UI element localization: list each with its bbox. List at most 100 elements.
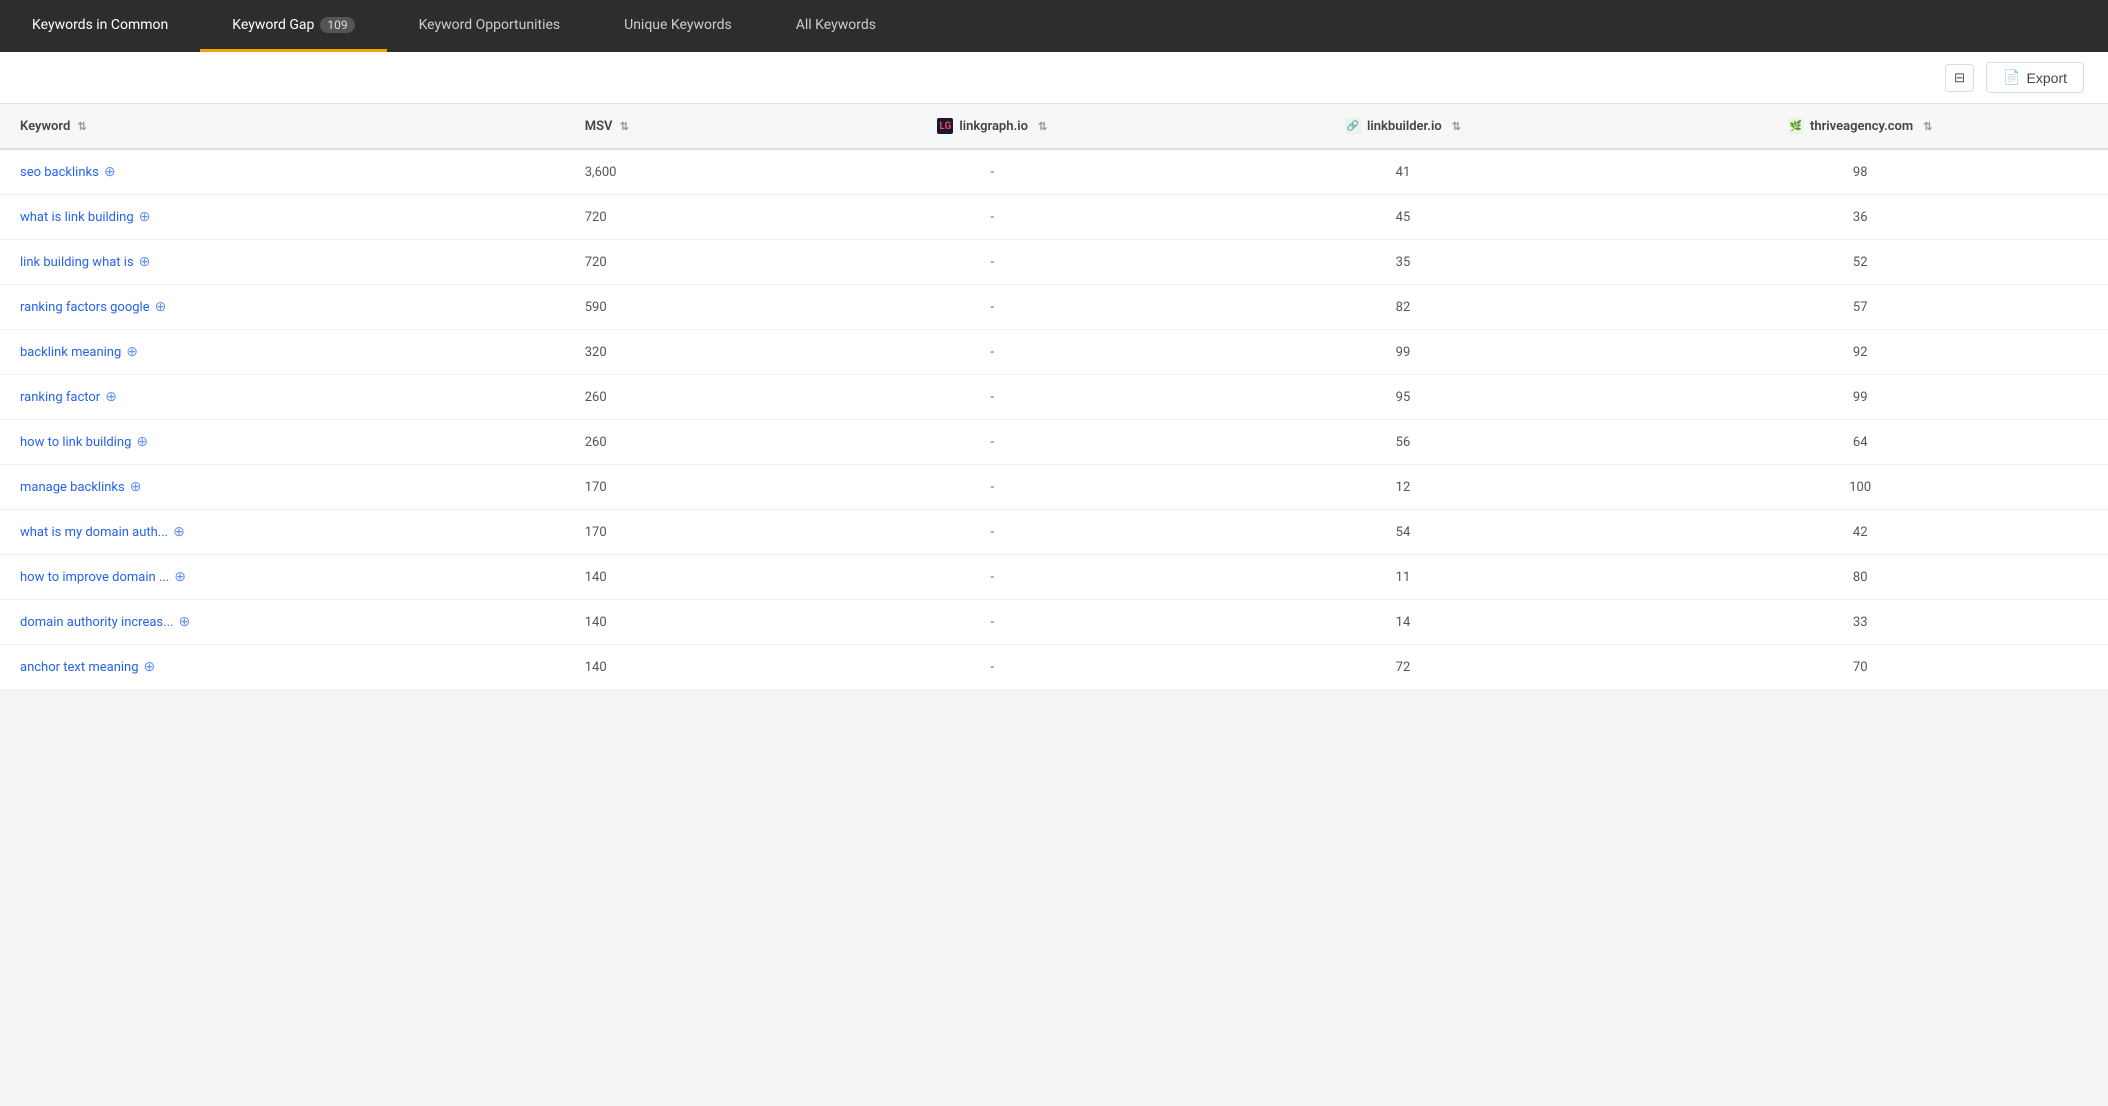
table-row: how to improve domain ...⊕140-1180 xyxy=(0,555,2108,600)
col-thrive[interactable]: 🌿 thriveagency.com ⇅ xyxy=(1612,104,2108,149)
linkgraph-cell-5: - xyxy=(791,375,1194,420)
linkbuilder-cell-1: 45 xyxy=(1194,195,1613,240)
tab-keyword-gap[interactable]: Keyword Gap109 xyxy=(200,0,386,52)
keyword-link-6[interactable]: how to link building⊕ xyxy=(20,434,148,450)
msv-cell-0: 3,600 xyxy=(565,149,791,195)
linkgraph-cell-1: - xyxy=(791,195,1194,240)
keyword-table-container: Keyword ⇅ MSV ⇅ LG linkgraph.io ⇅ � xyxy=(0,104,2108,690)
keyword-link-0[interactable]: seo backlinks⊕ xyxy=(20,164,116,180)
msv-cell-8: 170 xyxy=(565,510,791,555)
keyword-link-9[interactable]: how to improve domain ...⊕ xyxy=(20,569,186,585)
keyword-link-11[interactable]: anchor text meaning⊕ xyxy=(20,659,155,675)
linkgraph-cell-4: - xyxy=(791,330,1194,375)
keyword-cell-10[interactable]: domain authority increas...⊕ xyxy=(0,600,565,645)
keyword-cell-6[interactable]: how to link building⊕ xyxy=(0,420,565,465)
linkbuilder-cell-0: 41 xyxy=(1194,149,1613,195)
tab-bar: Keywords in CommonKeyword Gap109Keyword … xyxy=(0,0,2108,52)
tab-keywords-in-common[interactable]: Keywords in Common xyxy=(0,0,200,52)
table-row: what is my domain auth...⊕170-5442 xyxy=(0,510,2108,555)
keyword-link-2[interactable]: link building what is⊕ xyxy=(20,254,150,270)
thrive-cell-6: 64 xyxy=(1612,420,2108,465)
table-row: backlink meaning⊕320-9992 xyxy=(0,330,2108,375)
msv-cell-6: 260 xyxy=(565,420,791,465)
columns-button[interactable]: ⊟ xyxy=(1945,64,1974,92)
linkbuilder-cell-2: 35 xyxy=(1194,240,1613,285)
msv-cell-9: 140 xyxy=(565,555,791,600)
table-row: domain authority increas...⊕140-1433 xyxy=(0,600,2108,645)
col-linkbuilder[interactable]: 🔗 linkbuilder.io ⇅ xyxy=(1194,104,1613,149)
msv-cell-7: 170 xyxy=(565,465,791,510)
linkbuilder-cell-5: 95 xyxy=(1194,375,1613,420)
table-row: manage backlinks⊕170-12100 xyxy=(0,465,2108,510)
external-link-icon-3: ⊕ xyxy=(155,299,167,315)
keyword-link-4[interactable]: backlink meaning⊕ xyxy=(20,344,138,360)
keyword-cell-0[interactable]: seo backlinks⊕ xyxy=(0,149,565,195)
thrive-cell-0: 98 xyxy=(1612,149,2108,195)
linkgraph-cell-10: - xyxy=(791,600,1194,645)
external-link-icon-7: ⊕ xyxy=(130,479,142,495)
col-linkgraph[interactable]: LG linkgraph.io ⇅ xyxy=(791,104,1194,149)
external-link-icon-8: ⊕ xyxy=(173,524,185,540)
msv-cell-10: 140 xyxy=(565,600,791,645)
col-msv[interactable]: MSV ⇅ xyxy=(565,104,791,149)
keyword-cell-9[interactable]: how to improve domain ...⊕ xyxy=(0,555,565,600)
keyword-cell-8[interactable]: what is my domain auth...⊕ xyxy=(0,510,565,555)
table-row: what is link building⊕ 720-4536 xyxy=(0,195,2108,240)
thrive-favicon: 🌿 xyxy=(1788,118,1804,134)
thrive-cell-8: 42 xyxy=(1612,510,2108,555)
keyword-link-5[interactable]: ranking factor⊕ xyxy=(20,389,117,405)
linkbuilder-cell-8: 54 xyxy=(1194,510,1613,555)
table-header: Keyword ⇅ MSV ⇅ LG linkgraph.io ⇅ � xyxy=(0,104,2108,149)
linkbuilder-cell-7: 12 xyxy=(1194,465,1613,510)
thrive-cell-3: 57 xyxy=(1612,285,2108,330)
msv-cell-1: 720 xyxy=(565,195,791,240)
keyword-link-10[interactable]: domain authority increas...⊕ xyxy=(20,614,190,630)
external-link-icon-9: ⊕ xyxy=(174,569,186,585)
keyword-cell-7[interactable]: manage backlinks⊕ xyxy=(0,465,565,510)
keyword-cell-5[interactable]: ranking factor⊕ xyxy=(0,375,565,420)
keyword-cell-4[interactable]: backlink meaning⊕ xyxy=(0,330,565,375)
keyword-link-8[interactable]: what is my domain auth...⊕ xyxy=(20,524,185,540)
thrive-cell-1: 36 xyxy=(1612,195,2108,240)
columns-icon: ⊟ xyxy=(1954,70,1965,86)
sort-icon-linkbuilder: ⇅ xyxy=(1452,120,1461,133)
table-row: anchor text meaning⊕140-7270 xyxy=(0,645,2108,690)
table-row: link building what is⊕720-3552 xyxy=(0,240,2108,285)
col-keyword[interactable]: Keyword ⇅ xyxy=(0,104,565,149)
linkgraph-cell-0: - xyxy=(791,149,1194,195)
table-row: ranking factor⊕ 260-9599 xyxy=(0,375,2108,420)
external-link-icon-6: ⊕ xyxy=(136,434,148,450)
external-link-icon-5: ⊕ xyxy=(105,389,117,405)
keyword-cell-1[interactable]: what is link building⊕ xyxy=(0,195,565,240)
tab-all-keywords[interactable]: All Keywords xyxy=(764,0,908,52)
tab-keyword-opportunities[interactable]: Keyword Opportunities xyxy=(387,0,593,52)
msv-cell-5: 260 xyxy=(565,375,791,420)
thrive-cell-4: 92 xyxy=(1612,330,2108,375)
sort-icon-msv: ⇅ xyxy=(620,120,629,133)
export-label: Export xyxy=(2027,70,2067,86)
linkgraph-cell-2: - xyxy=(791,240,1194,285)
sort-icon-thrive: ⇅ xyxy=(1923,120,1932,133)
linkbuilder-cell-4: 99 xyxy=(1194,330,1613,375)
tab-unique-keywords[interactable]: Unique Keywords xyxy=(592,0,764,52)
linkbuilder-cell-11: 72 xyxy=(1194,645,1613,690)
msv-cell-3: 590 xyxy=(565,285,791,330)
external-link-icon-10: ⊕ xyxy=(178,614,190,630)
keyword-link-3[interactable]: ranking factors google⊕ xyxy=(20,299,166,315)
thrive-cell-9: 80 xyxy=(1612,555,2108,600)
toolbar: ⊟ 📄 Export xyxy=(0,52,2108,104)
keyword-link-7[interactable]: manage backlinks⊕ xyxy=(20,479,141,495)
sort-icon-keyword: ⇅ xyxy=(78,120,87,133)
table-row: how to link building⊕260-5664 xyxy=(0,420,2108,465)
keyword-link-1[interactable]: what is link building⊕ xyxy=(20,209,150,225)
thrive-cell-11: 70 xyxy=(1612,645,2108,690)
keyword-cell-2[interactable]: link building what is⊕ xyxy=(0,240,565,285)
linkbuilder-cell-9: 11 xyxy=(1194,555,1613,600)
thrive-cell-5: 99 xyxy=(1612,375,2108,420)
keyword-cell-11[interactable]: anchor text meaning⊕ xyxy=(0,645,565,690)
keyword-cell-3[interactable]: ranking factors google⊕ xyxy=(0,285,565,330)
thrive-cell-2: 52 xyxy=(1612,240,2108,285)
linkbuilder-cell-10: 14 xyxy=(1194,600,1613,645)
external-link-icon-0: ⊕ xyxy=(104,164,116,180)
export-button[interactable]: 📄 Export xyxy=(1986,62,2084,93)
